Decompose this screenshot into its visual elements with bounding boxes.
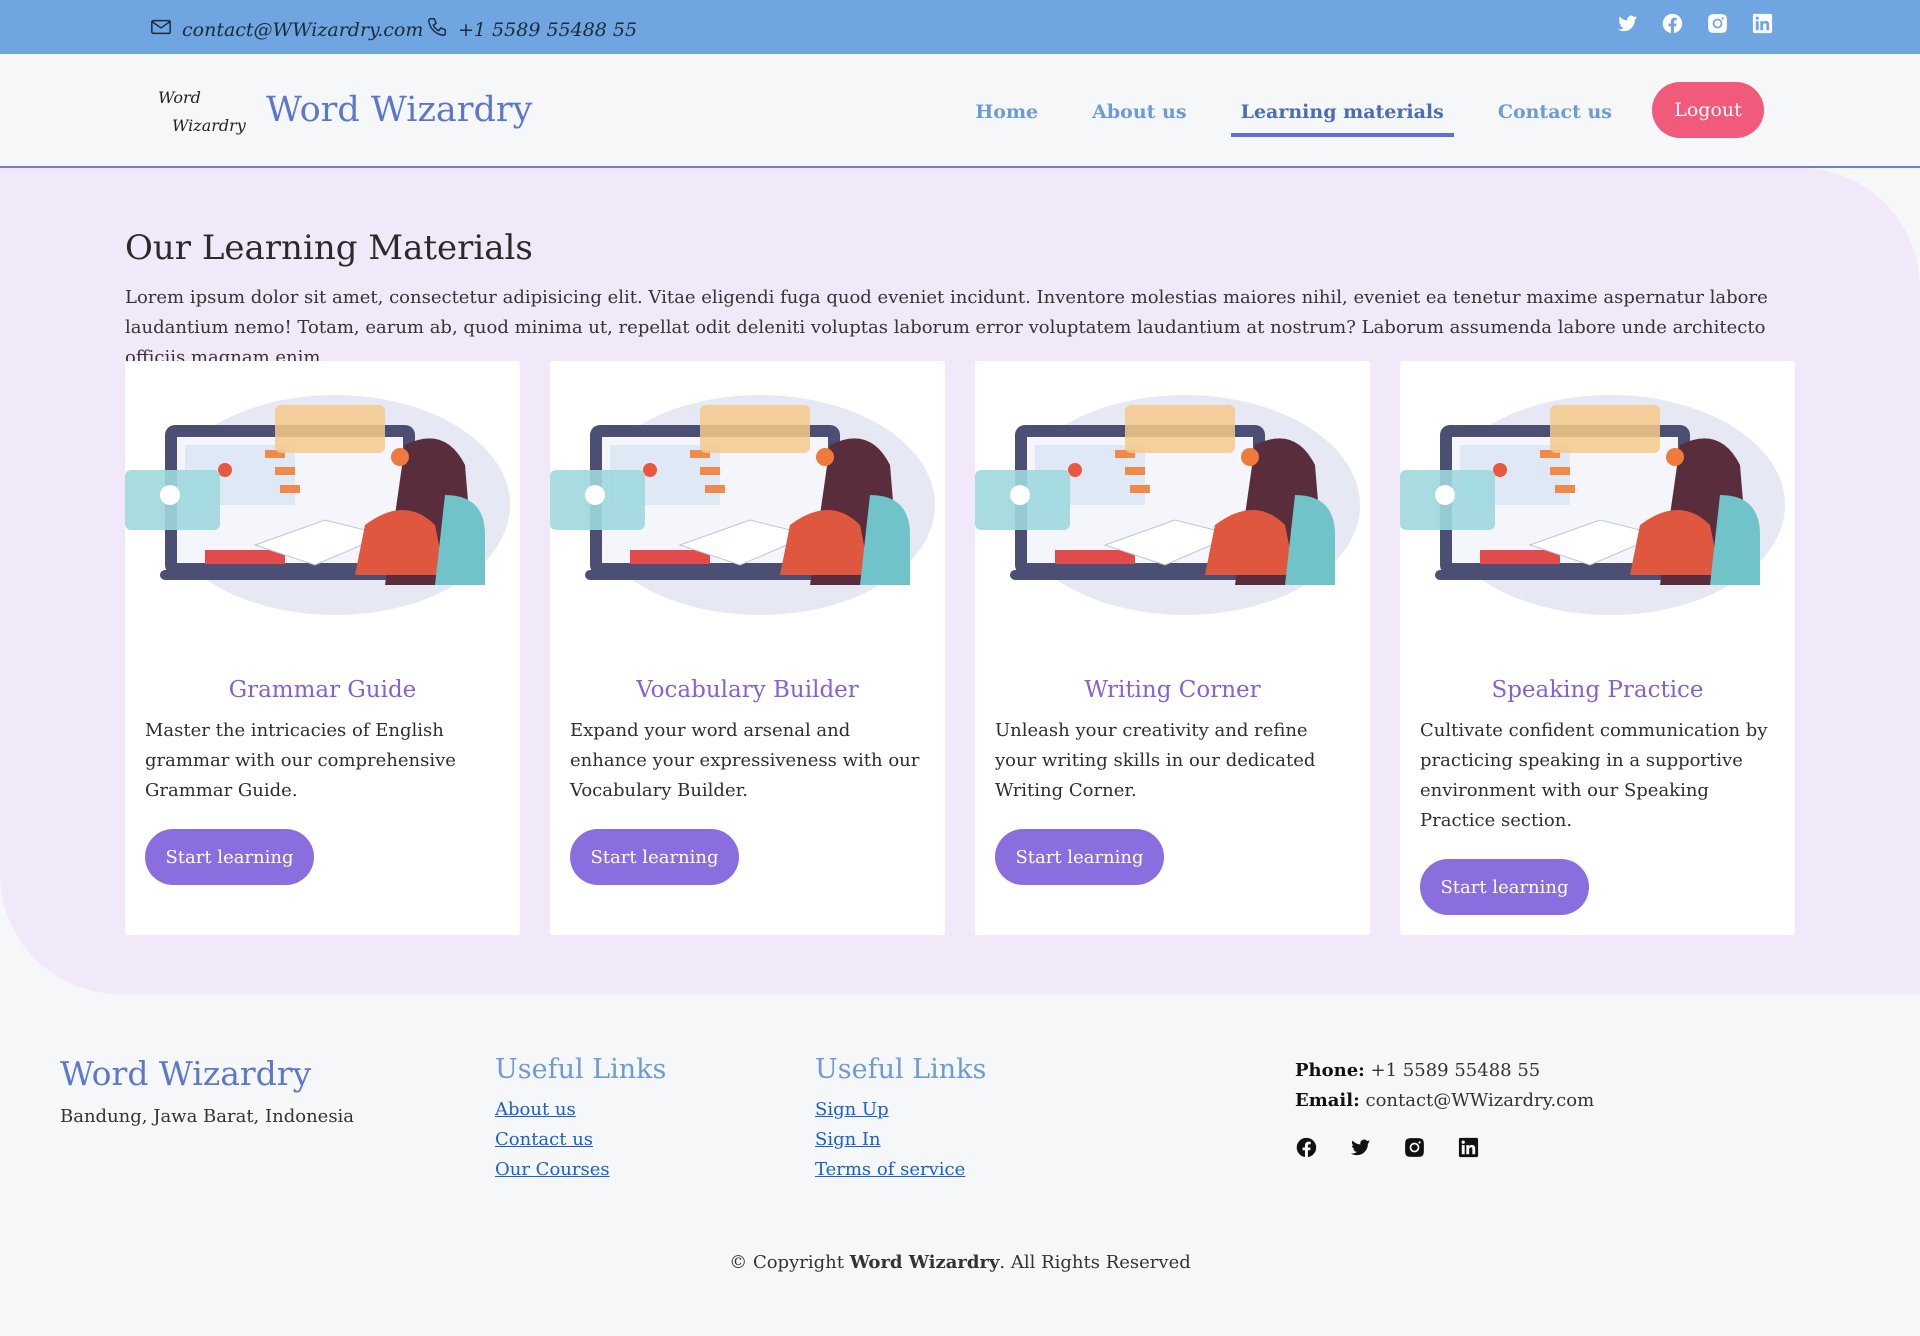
phone-icon (426, 16, 448, 43)
card-title: Vocabulary Builder (636, 677, 859, 703)
nav-contact-us[interactable]: Contact us (1488, 85, 1622, 135)
footer-socials (1295, 1136, 1480, 1159)
topbar-email-text: contact@WWizardry.com (182, 18, 424, 41)
copyright: © Copyright Word Wizardry. All Rights Re… (0, 1252, 1920, 1273)
logo-line1: Word (158, 88, 201, 107)
brand-title[interactable]: Word Wizardry (266, 90, 532, 130)
linkedin-icon[interactable] (1751, 12, 1774, 35)
copyright-suffix: . All Rights Reserved (999, 1252, 1191, 1273)
card-text: Expand your word arsenal and enhance you… (570, 720, 920, 801)
card-title: Writing Corner (1084, 677, 1261, 703)
copyright-prefix: © Copyright (729, 1252, 844, 1273)
start-learning-button[interactable]: Start learning (145, 829, 314, 885)
card-title: Grammar Guide (228, 677, 417, 703)
facebook-icon[interactable] (1661, 12, 1684, 35)
instagram-icon[interactable] (1706, 12, 1729, 35)
site-header: Word Wizardry Word Wizardry Home About u… (0, 54, 1920, 168)
site-footer: Word Wizardry Bandung, Jawa Barat, Indon… (0, 994, 1920, 1336)
card-text: Master the intricacies of English gramma… (145, 720, 456, 801)
copyright-brand: Word Wizardry (849, 1252, 1000, 1273)
footer-link-sign-up[interactable]: Sign Up (815, 1095, 986, 1125)
student-illustration (1400, 395, 1785, 615)
logout-button[interactable]: Logout (1652, 82, 1764, 138)
cards-list: Grammar Guide Master the intricacies of … (125, 361, 1795, 935)
twitter-icon[interactable] (1349, 1136, 1372, 1159)
mail-icon (150, 16, 172, 43)
footer-link-terms[interactable]: Terms of service (815, 1155, 986, 1185)
topbar-phone[interactable]: +1 5589 55488 55 (426, 16, 637, 43)
footer-links-2: Useful Links Sign Up Sign In Terms of se… (815, 1054, 986, 1185)
material-card: Grammar Guide Master the intricacies of … (125, 361, 520, 935)
facebook-icon[interactable] (1295, 1136, 1318, 1159)
footer-links-title: Useful Links (815, 1054, 987, 1085)
footer-link-about-us[interactable]: About us (495, 1095, 666, 1125)
material-card: Writing Corner Unleash your creativity a… (975, 361, 1370, 935)
student-illustration (125, 395, 510, 615)
footer-phone-label: Phone: (1295, 1060, 1365, 1081)
footer-link-sign-in[interactable]: Sign In (815, 1125, 986, 1155)
page-title: Our Learning Materials (125, 228, 533, 268)
footer-link-our-courses[interactable]: Our Courses (495, 1155, 666, 1185)
material-card: Vocabulary Builder Expand your word arse… (550, 361, 945, 935)
start-learning-button[interactable]: Start learning (570, 829, 739, 885)
footer-brand: Word Wizardry (60, 1054, 312, 1093)
twitter-icon[interactable] (1616, 12, 1639, 35)
learning-materials-section: Our Learning Materials Lorem ipsum dolor… (0, 168, 1920, 994)
footer-email-value: contact@WWizardry.com (1365, 1090, 1595, 1111)
nav-home[interactable]: Home (965, 85, 1048, 135)
nav-learning-materials[interactable]: Learning materials (1230, 85, 1455, 137)
footer-phone-value: +1 5589 55488 55 (1370, 1060, 1541, 1081)
material-card: Speaking Practice Cultivate confident co… (1400, 361, 1795, 935)
logo-line2: Wizardry (172, 116, 246, 135)
footer-links-1: Useful Links About us Contact us Our Cou… (495, 1054, 666, 1185)
footer-phone: Phone: +1 5589 55488 55 (1295, 1056, 1594, 1086)
card-text: Cultivate confident communication by pra… (1420, 720, 1768, 831)
linkedin-icon[interactable] (1457, 1136, 1480, 1159)
footer-email: Email: contact@WWizardry.com (1295, 1086, 1594, 1116)
topbar-socials (1616, 12, 1774, 35)
nav-about-us[interactable]: About us (1082, 85, 1196, 135)
intro-text: Lorem ipsum dolor sit amet, consectetur … (125, 287, 1768, 368)
topbar-email[interactable]: contact@WWizardry.com (150, 16, 423, 43)
start-learning-button[interactable]: Start learning (995, 829, 1164, 885)
footer-email-label: Email: (1295, 1090, 1360, 1111)
start-learning-button[interactable]: Start learning (1420, 859, 1589, 915)
footer-contact: Phone: +1 5589 55488 55 Email: contact@W… (1295, 1056, 1594, 1116)
card-text: Unleash your creativity and refine your … (995, 720, 1316, 801)
logo[interactable]: Word Wizardry (158, 84, 246, 142)
student-illustration (975, 395, 1360, 615)
instagram-icon[interactable] (1403, 1136, 1426, 1159)
card-title: Speaking Practice (1491, 677, 1704, 703)
footer-links-title: Useful Links (495, 1054, 667, 1085)
topbar-phone-text: +1 5589 55488 55 (458, 18, 638, 41)
footer-link-contact-us[interactable]: Contact us (495, 1125, 666, 1155)
top-bar: contact@WWizardry.com +1 5589 55488 55 (0, 0, 1920, 54)
student-illustration (550, 395, 935, 615)
footer-address: Bandung, Jawa Barat, Indonesia (60, 1106, 355, 1127)
main-nav: Home About us Learning materials Contact… (931, 82, 1764, 138)
